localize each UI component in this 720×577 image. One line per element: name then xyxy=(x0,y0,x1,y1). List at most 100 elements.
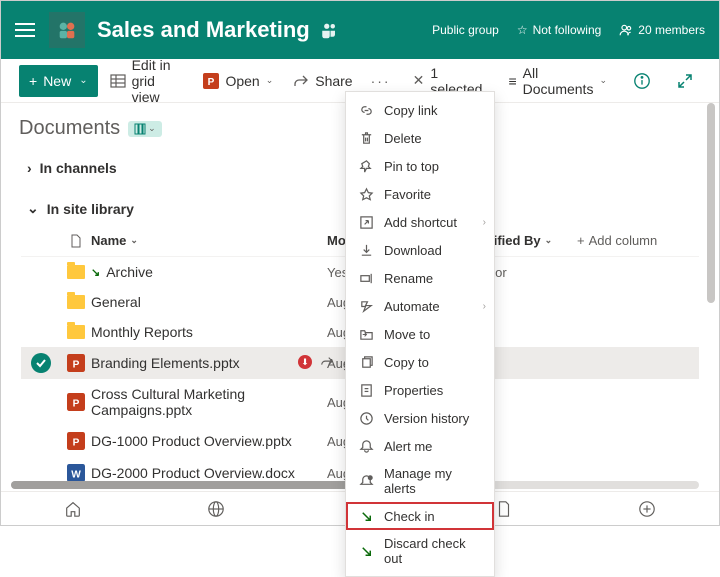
chevron-down-icon: ⌄ xyxy=(148,123,156,134)
file-type-icon: P xyxy=(61,393,91,411)
menu-item-moveto[interactable]: Move to xyxy=(346,320,494,348)
checkout-mark-icon: ↘ xyxy=(91,266,100,279)
shortcut-icon xyxy=(358,214,374,230)
automate-icon xyxy=(358,298,374,314)
view-mode-pill[interactable]: ⌄ xyxy=(128,121,162,137)
site-header: Sales and Marketing Public group ☆ Not f… xyxy=(1,1,719,59)
checked-out-indicator-icon: ⬇ xyxy=(298,355,312,369)
rename-icon xyxy=(358,270,374,286)
svg-text:P: P xyxy=(208,77,215,88)
menu-item-shortcut[interactable]: Add shortcut› xyxy=(346,208,494,236)
file-type-icon: P xyxy=(61,432,91,450)
file-type-icon xyxy=(61,295,91,309)
library-title: Documents xyxy=(19,117,120,140)
add-icon[interactable] xyxy=(638,500,656,518)
list-icon: ≡ xyxy=(508,73,516,89)
view-selector[interactable]: ≡ All Documents ⌄ xyxy=(500,65,615,97)
hamburger-menu-icon[interactable] xyxy=(15,23,35,37)
teams-icon[interactable] xyxy=(320,21,338,39)
column-type-icon[interactable] xyxy=(61,234,91,248)
menu-item-discard[interactable]: Discard check out xyxy=(346,530,494,572)
menu-item-link[interactable]: Copy link xyxy=(346,96,494,124)
download-icon xyxy=(358,242,374,258)
group-type-label: Public group xyxy=(432,23,499,37)
column-name[interactable]: Name⌄ xyxy=(91,233,327,248)
file-name[interactable]: Branding Elements.pptx xyxy=(91,355,327,371)
follow-toggle[interactable]: ☆ Not following xyxy=(517,23,601,37)
alert-icon xyxy=(358,438,374,454)
new-button[interactable]: + New ⌄ xyxy=(19,65,98,97)
file-name[interactable]: ↘Archive xyxy=(91,264,327,280)
plus-icon: + xyxy=(29,73,37,89)
copyto-icon xyxy=(358,354,374,370)
site-logo[interactable] xyxy=(49,12,85,48)
chevron-right-icon: › xyxy=(483,301,486,312)
edit-grid-button[interactable]: Edit in grid view xyxy=(102,65,192,97)
moveto-icon xyxy=(358,326,374,342)
menu-item-rename[interactable]: Rename xyxy=(346,264,494,292)
expand-icon xyxy=(677,73,693,89)
version-icon xyxy=(358,410,374,426)
context-menu: Copy linkDeletePin to topFavoriteAdd sho… xyxy=(345,91,495,577)
chevron-down-icon: ⌄ xyxy=(266,75,274,86)
site-title[interactable]: Sales and Marketing xyxy=(97,17,310,43)
powerpoint-icon: P xyxy=(203,73,219,89)
favorite-icon xyxy=(358,186,374,202)
properties-icon xyxy=(358,382,374,398)
chevron-right-icon: › xyxy=(27,160,32,176)
svg-text:W: W xyxy=(71,470,81,481)
checkin-icon xyxy=(358,508,374,524)
menu-item-automate[interactable]: Automate› xyxy=(346,292,494,320)
file-name[interactable]: Monthly Reports xyxy=(91,324,327,340)
close-icon: ✕ xyxy=(413,72,425,89)
globe-icon[interactable] xyxy=(207,500,225,518)
share-icon[interactable] xyxy=(320,355,334,371)
home-icon[interactable] xyxy=(64,500,82,518)
more-icon: ··· xyxy=(371,73,391,89)
selected-check-icon xyxy=(31,353,51,373)
expand-button[interactable] xyxy=(669,65,701,97)
vertical-scrollbar[interactable] xyxy=(707,103,715,303)
open-button[interactable]: P Open ⌄ xyxy=(195,65,281,97)
menu-item-download[interactable]: Download xyxy=(346,236,494,264)
menu-item-copyto[interactable]: Copy to xyxy=(346,348,494,376)
svg-text:P: P xyxy=(73,360,80,371)
file-type-icon xyxy=(61,265,91,279)
svg-text:P: P xyxy=(73,438,80,449)
chevron-down-icon: ⌄ xyxy=(599,75,607,86)
info-icon xyxy=(633,72,651,90)
tiles-icon xyxy=(134,123,146,135)
menu-item-pin[interactable]: Pin to top xyxy=(346,152,494,180)
file-name[interactable]: Cross Cultural Marketing Campaigns.pptx xyxy=(91,386,327,418)
grid-edit-icon xyxy=(110,73,126,89)
star-icon: ☆ xyxy=(517,23,528,37)
chevron-down-icon: ⌄ xyxy=(27,200,39,217)
delete-icon xyxy=(358,130,374,146)
menu-item-delete[interactable]: Delete xyxy=(346,124,494,152)
managealerts-icon xyxy=(358,473,374,489)
file-type-icon xyxy=(61,325,91,339)
file-name[interactable]: DG-1000 Product Overview.pptx xyxy=(91,433,327,449)
file-type-icon: P xyxy=(61,354,91,372)
share-icon xyxy=(293,73,309,89)
discard-icon xyxy=(358,543,374,559)
file-name[interactable]: General xyxy=(91,294,327,310)
chevron-right-icon: › xyxy=(483,217,486,228)
files-icon[interactable] xyxy=(495,500,513,518)
pin-icon xyxy=(358,158,374,174)
file-name[interactable]: DG-2000 Product Overview.docx xyxy=(91,465,327,481)
menu-item-alert[interactable]: Alert me xyxy=(346,432,494,460)
link-icon xyxy=(358,102,374,118)
add-column-button[interactable]: +Add column xyxy=(577,233,657,248)
svg-text:P: P xyxy=(73,399,80,410)
members-link[interactable]: 20 members xyxy=(619,23,705,37)
menu-item-version[interactable]: Version history xyxy=(346,404,494,432)
menu-item-properties[interactable]: Properties xyxy=(346,376,494,404)
menu-item-favorite[interactable]: Favorite xyxy=(346,180,494,208)
file-type-icon: W xyxy=(61,464,91,482)
members-icon xyxy=(619,23,633,37)
chevron-down-icon: ⌄ xyxy=(79,75,87,86)
plus-icon: + xyxy=(577,233,585,248)
info-pane-button[interactable] xyxy=(625,65,659,97)
menu-item-managealerts[interactable]: Manage my alerts xyxy=(346,460,494,502)
